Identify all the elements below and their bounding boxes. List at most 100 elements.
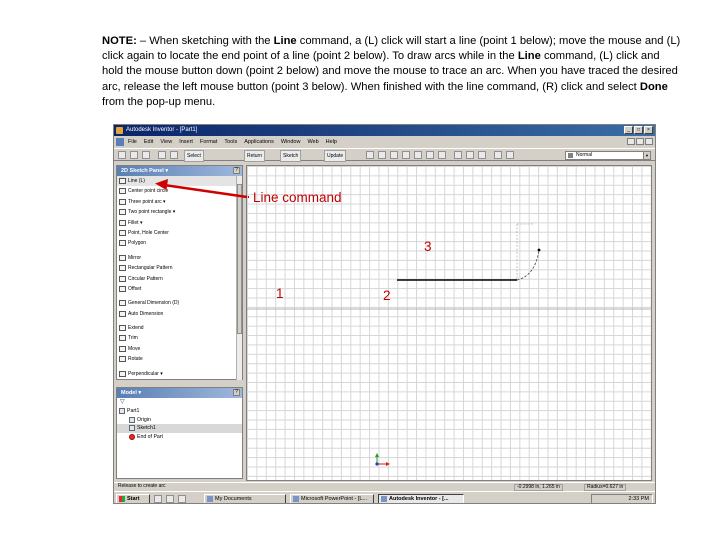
panel-item-label: Two point rectangle ▾ bbox=[128, 209, 176, 216]
undo-icon[interactable] bbox=[158, 151, 166, 159]
doc-close-button[interactable] bbox=[645, 138, 653, 145]
circular-pattern-icon bbox=[119, 275, 126, 282]
panel-item-line[interactable]: Line (L) bbox=[117, 176, 242, 187]
menu-web[interactable]: Web bbox=[307, 136, 318, 148]
panel-item-label: Rectangular Pattern bbox=[128, 265, 173, 272]
redo-icon[interactable] bbox=[170, 151, 178, 159]
panel-item-rotate[interactable]: Rotate bbox=[117, 354, 242, 364]
panel-item-rectangular-pattern[interactable]: Rectangular Pattern bbox=[117, 263, 242, 273]
tree-item-origin[interactable]: Origin bbox=[117, 416, 242, 425]
model-browser-header[interactable]: Model ▾ ? bbox=[117, 388, 242, 398]
menu-window[interactable]: Window bbox=[281, 136, 301, 148]
panel-item-offset[interactable]: Offset bbox=[117, 284, 242, 294]
part-icon bbox=[119, 408, 125, 414]
menu-file[interactable]: File bbox=[128, 136, 137, 148]
shaded-display-icon[interactable] bbox=[438, 151, 446, 159]
panel-item-perpendicular[interactable]: Perpendicular ▾ bbox=[117, 369, 242, 379]
return-button[interactable]: Return bbox=[244, 150, 266, 162]
color-style-icon[interactable] bbox=[454, 151, 462, 159]
panel-item-label: Point, Hole Center bbox=[128, 229, 169, 236]
inventor-icon bbox=[381, 496, 387, 502]
quicklaunch-email-icon[interactable] bbox=[166, 495, 174, 503]
task-my-documents[interactable]: My Documents bbox=[204, 494, 286, 503]
menu-insert[interactable]: Insert bbox=[179, 136, 193, 148]
start-button[interactable]: Start bbox=[116, 494, 150, 503]
status-bar: Release to create arc -0.2998 in, 1.265 … bbox=[114, 482, 655, 491]
look-at-icon[interactable] bbox=[414, 151, 422, 159]
tree-item-end-of-part[interactable]: End of Part bbox=[117, 433, 242, 442]
update-button[interactable]: Update bbox=[324, 150, 347, 162]
style-dropdown[interactable]: Normal ▼ bbox=[565, 151, 651, 160]
select-button[interactable]: Select bbox=[184, 150, 204, 162]
canvas-scrollbar[interactable] bbox=[652, 165, 655, 481]
sketch-button[interactable]: Sketch bbox=[280, 150, 302, 162]
note-bold-line-2: Line bbox=[517, 50, 541, 63]
panel-item-circular-pattern[interactable]: Circular Pattern bbox=[117, 274, 242, 284]
sketch-panel-header[interactable]: 2D Sketch Panel ▾ ? bbox=[117, 166, 242, 176]
panel-item-fillet[interactable]: Fillet ▾ bbox=[117, 218, 242, 228]
menu-format[interactable]: Format bbox=[200, 136, 217, 148]
note-bold-done: Done bbox=[639, 80, 668, 93]
chevron-down-icon[interactable]: ▼ bbox=[643, 152, 650, 159]
measure-icon[interactable] bbox=[466, 151, 474, 159]
tree-item-sketch1[interactable]: Sketch1 bbox=[117, 424, 242, 433]
menu-edit[interactable]: Edit bbox=[144, 136, 153, 148]
menu-help[interactable]: Help bbox=[326, 136, 337, 148]
panel-item-auto-dimension[interactable]: Auto Dimension bbox=[117, 309, 242, 319]
rotate-view-icon[interactable] bbox=[426, 151, 434, 159]
menu-applications[interactable]: Applications bbox=[244, 136, 274, 148]
dimension-icon bbox=[119, 300, 126, 307]
quicklaunch-ie-icon[interactable] bbox=[154, 495, 162, 503]
window-title: Autodesk Inventor - [Part1] bbox=[126, 127, 198, 133]
circle-icon bbox=[119, 188, 126, 195]
close-button[interactable]: × bbox=[644, 126, 653, 134]
menu-bar: File Edit View Insert Format Tools Appli… bbox=[114, 136, 655, 148]
doc-minimize-button[interactable] bbox=[627, 138, 635, 145]
display-mode-icon[interactable] bbox=[478, 151, 486, 159]
panel-scrollbar[interactable] bbox=[236, 176, 242, 380]
note-text-1: – When sketching with the bbox=[136, 35, 274, 47]
point-3-label: 3 bbox=[424, 239, 432, 254]
zoom-icon[interactable] bbox=[390, 151, 398, 159]
inventor-screenshot: Autodesk Inventor - [Part1] _ □ × File E… bbox=[113, 124, 656, 504]
open-file-icon[interactable] bbox=[130, 151, 138, 159]
browser-help-button[interactable]: ? bbox=[233, 389, 240, 396]
panel-item-two-point-rectangle[interactable]: Two point rectangle ▾ bbox=[117, 207, 242, 217]
minimize-button[interactable]: _ bbox=[624, 126, 633, 134]
zoom-all-icon[interactable] bbox=[366, 151, 374, 159]
panel-item-mirror[interactable]: Mirror bbox=[117, 253, 242, 263]
panel-item-three-point-arc[interactable]: Three point arc ▾ bbox=[117, 197, 242, 207]
pan-icon[interactable] bbox=[402, 151, 410, 159]
doc-restore-button[interactable] bbox=[636, 138, 644, 145]
task-label: My Documents bbox=[215, 496, 252, 502]
options-icon[interactable] bbox=[494, 151, 502, 159]
zoom-window-icon[interactable] bbox=[378, 151, 386, 159]
panel-item-label: Center point circle bbox=[128, 188, 169, 195]
panel-item-point-hole-center[interactable]: Point, Hole Center bbox=[117, 228, 242, 238]
filter-icon[interactable]: ▽ bbox=[117, 398, 242, 407]
panel-item-label: Mirror bbox=[128, 254, 142, 261]
help-icon[interactable] bbox=[506, 151, 514, 159]
maximize-button[interactable]: □ bbox=[634, 126, 643, 134]
save-icon[interactable] bbox=[142, 151, 150, 159]
panel-item-center-point-circle[interactable]: Center point circle bbox=[117, 186, 242, 196]
panel-item-trim[interactable]: Trim bbox=[117, 333, 242, 343]
task-powerpoint[interactable]: Microsoft PowerPoint - [L... bbox=[290, 494, 374, 503]
panel-item-general-dimension[interactable]: General Dimension (D) bbox=[117, 298, 242, 308]
line-command-label: Line command bbox=[253, 190, 342, 205]
sketch-panel: 2D Sketch Panel ▾ ? Line (L) Center poin… bbox=[116, 165, 243, 380]
menu-tools[interactable]: Tools bbox=[224, 136, 237, 148]
panel-item-polygon[interactable]: Polygon bbox=[117, 238, 242, 248]
tree-item-part1[interactable]: Part1 bbox=[117, 407, 242, 416]
auto-dimension-icon bbox=[119, 310, 126, 317]
tree-item-label: Origin bbox=[137, 416, 151, 423]
panel-item-extend[interactable]: Extend bbox=[117, 323, 242, 333]
sketch-canvas[interactable] bbox=[246, 165, 653, 481]
menu-view[interactable]: View bbox=[160, 136, 172, 148]
panel-item-move[interactable]: Move bbox=[117, 344, 242, 354]
quicklaunch-desktop-icon[interactable] bbox=[178, 495, 186, 503]
task-inventor[interactable]: Autodesk Inventor - [... bbox=[378, 494, 464, 503]
panel-help-button[interactable]: ? bbox=[233, 167, 240, 174]
panel-scroll-thumb[interactable] bbox=[237, 184, 242, 334]
new-file-icon[interactable] bbox=[118, 151, 126, 159]
